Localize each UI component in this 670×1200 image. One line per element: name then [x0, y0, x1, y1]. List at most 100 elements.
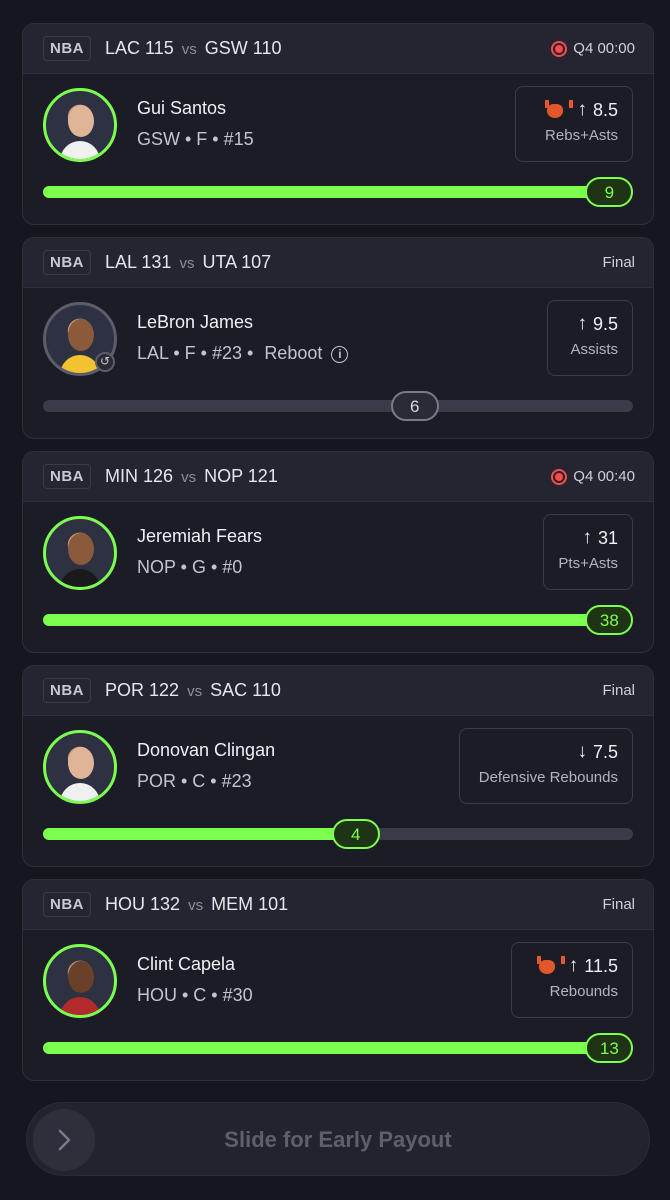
game-status: Final: [602, 896, 635, 913]
stat-type: Defensive Rebounds: [478, 769, 618, 786]
player-head: [68, 961, 94, 993]
projection-box: ↑ 9.5 Assists: [547, 300, 633, 376]
reboot-icon: ↺: [95, 352, 115, 372]
result-pill: 13: [585, 1033, 634, 1063]
pick-card[interactable]: NBA POR 122 vs SAC 110 Final Donovan Cli…: [22, 665, 654, 867]
stat-type: Rebounds: [549, 983, 618, 1000]
projection-line: 9.5: [592, 313, 618, 334]
player-meta: NOP • G • #0: [137, 557, 243, 577]
home-score: 121: [247, 466, 278, 486]
progress-fill: [43, 186, 610, 198]
projection-line: 31: [597, 527, 618, 548]
player-meta: GSW • F • #15: [137, 129, 254, 149]
player-jersey: [60, 141, 100, 159]
home-team: UTA: [202, 252, 237, 272]
pick-card[interactable]: NBA HOU 132 vs MEM 101 Final Clint Capel…: [22, 879, 654, 1081]
card-body: ↺ LeBron James LAL • F • #23 • Reboot i …: [23, 288, 653, 438]
home-score: 107: [241, 252, 272, 272]
away-score: 115: [145, 38, 174, 58]
home-score: 110: [252, 680, 281, 700]
card-header: NBA POR 122 vs SAC 110 Final: [23, 666, 653, 716]
card-body: Clint Capela HOU • C • #30 ↑ 11.5 Reboun…: [23, 930, 653, 1080]
info-icon[interactable]: i: [331, 346, 349, 363]
matchup: HOU 132 vs MEM 101: [105, 894, 288, 915]
progress-fill: [43, 828, 356, 840]
player-jersey: [60, 997, 100, 1015]
projection-box: ↑ 31 Pts+Asts: [543, 514, 633, 590]
card-body: Jeremiah Fears NOP • G • #0 ↑ 31 Pts+Ast…: [23, 502, 653, 652]
vs-label: vs: [187, 683, 203, 700]
game-clock: Q4 00:40: [573, 468, 635, 485]
arrow-up-icon: ↑: [577, 313, 587, 334]
league-badge: NBA: [43, 250, 91, 275]
slider-label: Slide for Early Payout: [224, 1127, 452, 1152]
projection-line: 7.5: [592, 741, 618, 762]
home-team: GSW: [204, 38, 248, 58]
away-score: 132: [150, 894, 181, 914]
arrow-up-icon: ↑: [568, 955, 579, 976]
game-status: Q4 00:00: [551, 40, 635, 57]
projection-box: ↓ 7.5 Defensive Rebounds: [459, 728, 633, 804]
arrow-up-icon: ↑: [577, 99, 587, 120]
pick-card[interactable]: NBA LAL 131 vs UTA 107 Final ↺ LeBron Ja…: [22, 237, 654, 439]
vs-label: vs: [181, 469, 197, 486]
progress-track: 4: [43, 819, 633, 849]
reboot-label[interactable]: Reboot: [264, 343, 322, 363]
vs-label: vs: [188, 897, 204, 914]
early-payout-slider[interactable]: Slide for Early Payout: [26, 1102, 650, 1176]
game-status: Final: [602, 254, 635, 271]
card-header: NBA LAC 115 vs GSW 110 Q4 00:00: [23, 24, 653, 74]
pick-card[interactable]: NBA LAC 115 vs GSW 110 Q4 00:00 Gui Sant…: [22, 23, 654, 225]
game-status: Final: [602, 682, 635, 699]
progress-fill: [43, 1042, 610, 1054]
player-head: [68, 533, 94, 565]
vs-label: vs: [181, 41, 197, 58]
progress-track: 6: [43, 391, 633, 421]
arrow-up-icon: ↑: [582, 527, 592, 548]
home-score: 101: [258, 894, 289, 914]
matchup: MIN 126 vs NOP 121: [105, 466, 278, 487]
stat-type: Assists: [570, 341, 618, 358]
player-avatar: [43, 516, 117, 590]
away-team: MIN: [105, 466, 138, 486]
player-name: Jeremiah Fears: [137, 526, 263, 546]
player-jersey: [60, 783, 100, 801]
home-team: MEM: [211, 894, 254, 914]
card-body: Donovan Clingan POR • C • #23 ↓ 7.5 Defe…: [23, 716, 653, 866]
away-team: POR: [105, 680, 145, 700]
result-pill: 6: [390, 391, 439, 421]
arrow-down-icon: ↓: [577, 741, 587, 762]
game-final: Final: [602, 254, 635, 271]
pick-card[interactable]: NBA MIN 126 vs NOP 121 Q4 00:40 Jeremiah…: [22, 451, 654, 653]
projection-line: 11.5: [584, 955, 618, 976]
player-head: [68, 747, 94, 779]
projection-line: 8.5: [592, 99, 618, 120]
home-team: NOP: [204, 466, 243, 486]
away-score: 122: [149, 680, 180, 700]
result-pill: 9: [585, 177, 634, 207]
player-name: Donovan Clingan: [137, 740, 276, 760]
projection-box: ↑ 11.5 Rebounds: [511, 942, 633, 1018]
home-team: SAC: [210, 680, 248, 700]
player-meta-text: LAL • F • #23 •: [137, 343, 254, 363]
player-head: [68, 319, 94, 351]
away-team: HOU: [105, 894, 145, 914]
league-badge: NBA: [43, 464, 91, 489]
player-head: [68, 105, 94, 137]
progress-fill: [43, 614, 610, 626]
stat-type: Pts+Asts: [558, 555, 618, 572]
projection-box: ↑ 8.5 Rebs+Asts: [515, 86, 633, 162]
game-final: Final: [602, 896, 635, 913]
away-score: 131: [141, 252, 172, 272]
player-jersey: [60, 355, 100, 373]
progress-track: 13: [43, 1033, 634, 1063]
result-pill: 38: [585, 605, 634, 635]
away-score: 126: [143, 466, 174, 486]
live-icon: [551, 40, 568, 57]
game-final: Final: [602, 682, 635, 699]
vs-label: vs: [179, 255, 195, 272]
card-header: NBA HOU 132 vs MEM 101 Final: [23, 880, 653, 930]
player-name: LeBron James: [137, 312, 254, 332]
player-name: Gui Santos: [137, 98, 227, 118]
player-avatar: [43, 944, 117, 1018]
